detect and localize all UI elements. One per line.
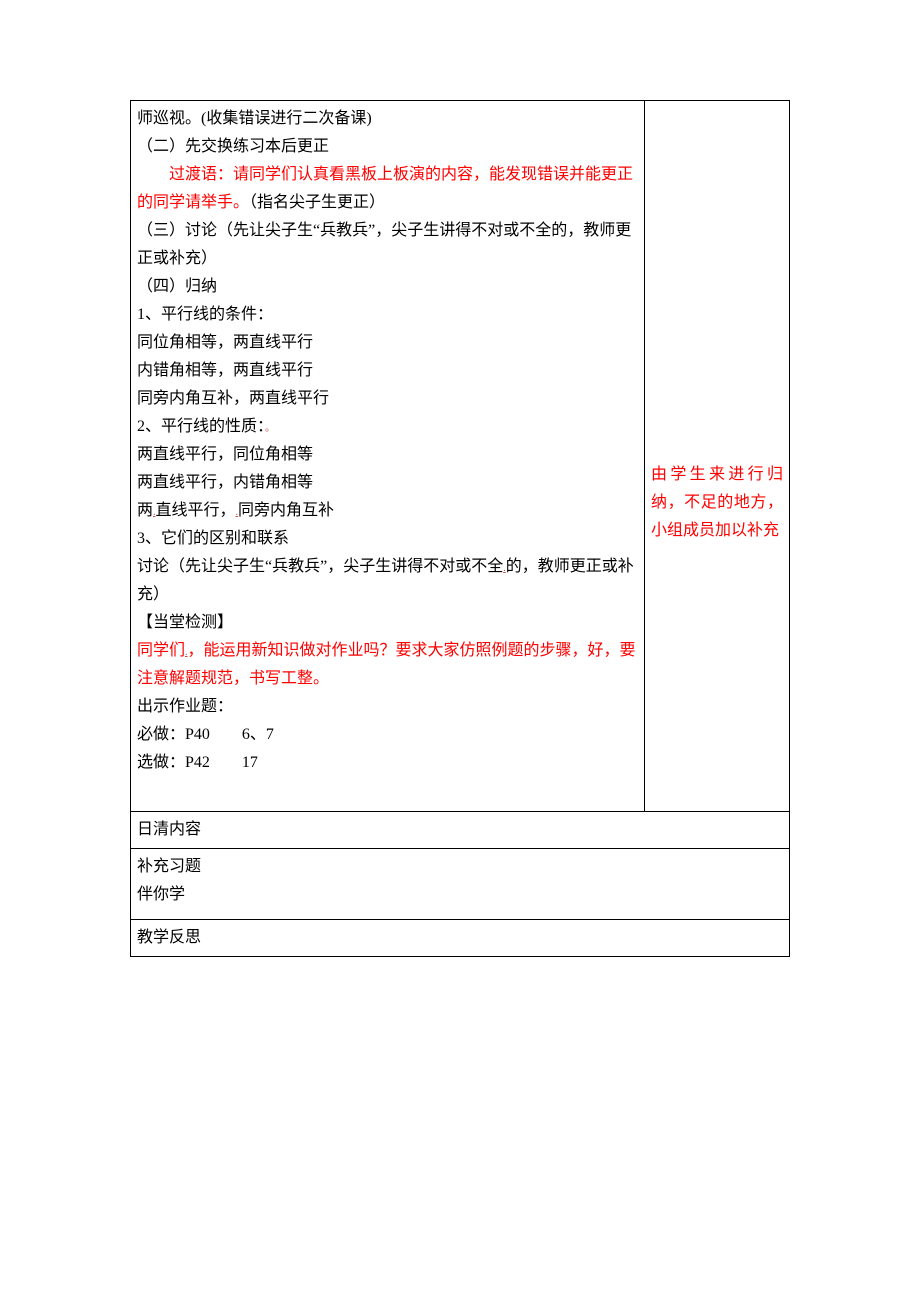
- line: 补充习题: [137, 853, 783, 881]
- side-note: 由学生来进行归纳，不足的地方，小组成员加以补充: [645, 101, 789, 545]
- reflection-label: 教学反思: [131, 920, 789, 956]
- line: 两直线平行，同位角相等: [137, 441, 638, 469]
- daily-clear-label: 日清内容: [131, 812, 789, 848]
- line: 两直线平行，内错角相等: [137, 469, 638, 497]
- table-row: 教学反思: [131, 920, 790, 957]
- text: 同学们: [137, 642, 185, 659]
- line: （二）先交换练习本后更正: [137, 133, 638, 161]
- text: 两: [137, 502, 153, 519]
- revision-mark-icon: 。: [265, 423, 275, 434]
- side-cell: 由学生来进行归纳，不足的地方，小组成员加以补充: [645, 101, 790, 812]
- table-row: 补充习题 伴你学: [131, 849, 790, 920]
- line: 内错角相等，两直线平行: [137, 357, 638, 385]
- text: （指名尖子生更正）: [249, 194, 385, 211]
- line: 同学们.，能运用新知识做对作业吗？要求大家仿照例题的步骤，好，要注意解题规范，书…: [137, 637, 638, 693]
- line: 3、它们的区别和联系: [137, 525, 638, 553]
- line: 必做：P40 6、7: [137, 721, 638, 749]
- line: 同位角相等，两直线平行: [137, 329, 638, 357]
- line: （三）讨论（先让尖子生“兵教兵”，尖子生讲得不对或不全的，教师更正或补充）: [137, 217, 638, 273]
- daily-clear-content-cell: 补充习题 伴你学: [131, 849, 790, 920]
- table-row: 师巡视。(收集错误进行二次备课) （二）先交换练习本后更正 过渡语：请同学们认真…: [131, 101, 790, 812]
- text: 同旁内角互补: [238, 502, 334, 519]
- line: 2、平行线的性质：。: [137, 413, 638, 441]
- line: 师巡视。(收集错误进行二次备课): [137, 105, 638, 133]
- reflection-cell: 教学反思: [131, 920, 790, 957]
- line: 【当堂检测】: [137, 609, 638, 637]
- line: 两.直线平行，.同旁内角互补: [137, 497, 638, 525]
- text: 2、平行线的性质：: [137, 418, 265, 435]
- daily-clear-label-cell: 日清内容: [131, 812, 790, 849]
- table-row: 日清内容: [131, 812, 790, 849]
- indent-space: [137, 166, 169, 183]
- line: 1、平行线的条件：: [137, 301, 638, 329]
- line: 选做：P42 17: [137, 749, 638, 777]
- text: 直线平行，: [156, 502, 236, 519]
- line: 伴你学: [137, 881, 783, 909]
- line: 讨论（先让尖子生“兵教兵”，尖子生讲得不对或不全.的，教师更正或补充）: [137, 553, 638, 609]
- main-cell: 师巡视。(收集错误进行二次备课) （二）先交换练习本后更正 过渡语：请同学们认真…: [131, 101, 645, 812]
- lesson-table: 师巡视。(收集错误进行二次备课) （二）先交换练习本后更正 过渡语：请同学们认真…: [130, 100, 790, 957]
- line: 出示作业题：: [137, 693, 638, 721]
- daily-clear-content: 补充习题 伴你学: [131, 849, 789, 919]
- text: ，能运用新知识做对作业吗？要求大家仿照例题的步骤，好，要注意解题规范，书写工整。: [137, 642, 636, 687]
- main-content: 师巡视。(收集错误进行二次备课) （二）先交换练习本后更正 过渡语：请同学们认真…: [131, 101, 644, 811]
- line: 同旁内角互补，两直线平行: [137, 385, 638, 413]
- line: 过渡语：请同学们认真看黑板上板演的内容，能发现错误并能更正的同学请举手。（指名尖…: [137, 161, 638, 217]
- text: 讨论（先让尖子生“兵教兵”，尖子生讲得不对或不全: [137, 558, 503, 575]
- page: 师巡视。(收集错误进行二次备课) （二）先交换练习本后更正 过渡语：请同学们认真…: [0, 0, 920, 1257]
- line: （四）归纳: [137, 273, 638, 301]
